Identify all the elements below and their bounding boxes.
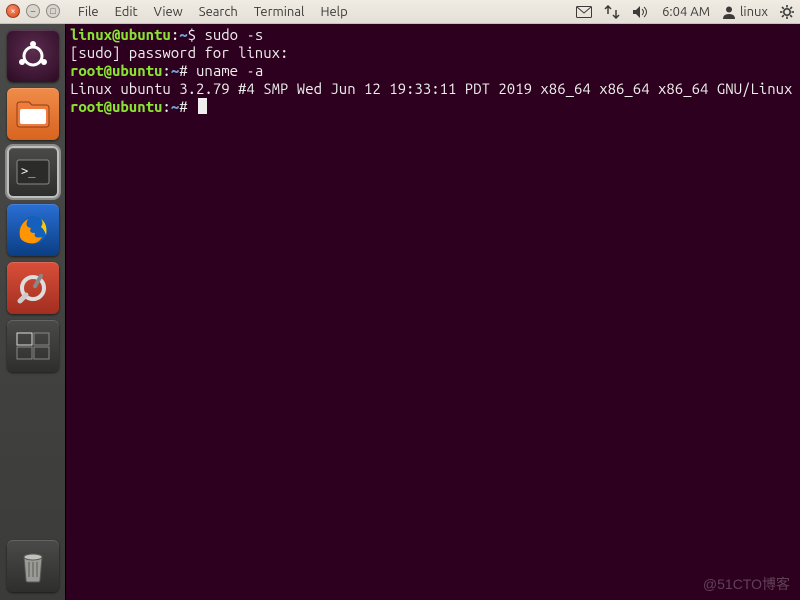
launcher-firefox[interactable] xyxy=(7,204,59,256)
terminal-viewport[interactable]: linux@ubuntu:~$ sudo -s[sudo] password f… xyxy=(66,24,800,600)
launcher-trash[interactable] xyxy=(7,540,59,592)
folder-icon xyxy=(15,99,51,129)
menu-search[interactable]: Search xyxy=(191,5,246,19)
user-icon xyxy=(722,5,736,19)
window-controls: × – □ xyxy=(6,4,60,18)
settings-icon xyxy=(15,270,51,306)
network-icon xyxy=(604,5,620,19)
menu-file[interactable]: File xyxy=(70,5,107,19)
watermark: @51CTO博客 xyxy=(703,574,790,594)
svg-text:>_: >_ xyxy=(21,164,36,178)
menu-view[interactable]: View xyxy=(146,5,191,19)
session-username: linux xyxy=(740,5,768,19)
terminal-cursor xyxy=(198,98,207,114)
launcher-terminal[interactable]: >_ xyxy=(7,146,59,198)
volume-icon xyxy=(632,5,650,19)
terminal-icon: >_ xyxy=(16,159,50,185)
terminal-line: [sudo] password for linux: xyxy=(70,44,796,62)
window-minimize-button[interactable]: – xyxy=(26,4,40,18)
terminal-line: root@ubuntu:~# xyxy=(70,98,796,116)
ubuntu-logo-icon xyxy=(16,39,50,73)
menu-edit[interactable]: Edit xyxy=(107,5,146,19)
launcher-settings[interactable] xyxy=(7,262,59,314)
window-close-button[interactable]: × xyxy=(6,4,20,18)
clock-indicator[interactable]: 6:04 AM xyxy=(656,5,716,19)
firefox-icon xyxy=(14,211,52,249)
launcher-workspace[interactable] xyxy=(7,320,59,372)
terminal-line: Linux ubuntu 3.2.79 #4 SMP Wed Jun 12 19… xyxy=(70,80,796,98)
mail-icon xyxy=(576,6,592,18)
session-indicator[interactable]: linux xyxy=(716,5,774,19)
gear-icon xyxy=(780,5,794,19)
launcher-files[interactable] xyxy=(7,88,59,140)
sound-indicator[interactable] xyxy=(626,5,656,19)
system-indicator[interactable] xyxy=(774,5,800,19)
network-indicator[interactable] xyxy=(598,5,626,19)
window-maximize-button[interactable]: □ xyxy=(46,4,60,18)
launcher-dash[interactable] xyxy=(7,30,59,82)
terminal-line: root@ubuntu:~# uname -a xyxy=(70,62,796,80)
mail-indicator[interactable] xyxy=(570,6,598,18)
unity-launcher: >_ xyxy=(0,24,66,600)
trash-icon xyxy=(18,549,48,583)
terminal-line: linux@ubuntu:~$ sudo -s xyxy=(70,26,796,44)
menu-terminal[interactable]: Terminal xyxy=(246,5,313,19)
menubar: File Edit View Search Terminal Help 6:04… xyxy=(0,0,800,24)
menu-help[interactable]: Help xyxy=(312,5,355,19)
workspace-icon xyxy=(16,332,50,360)
